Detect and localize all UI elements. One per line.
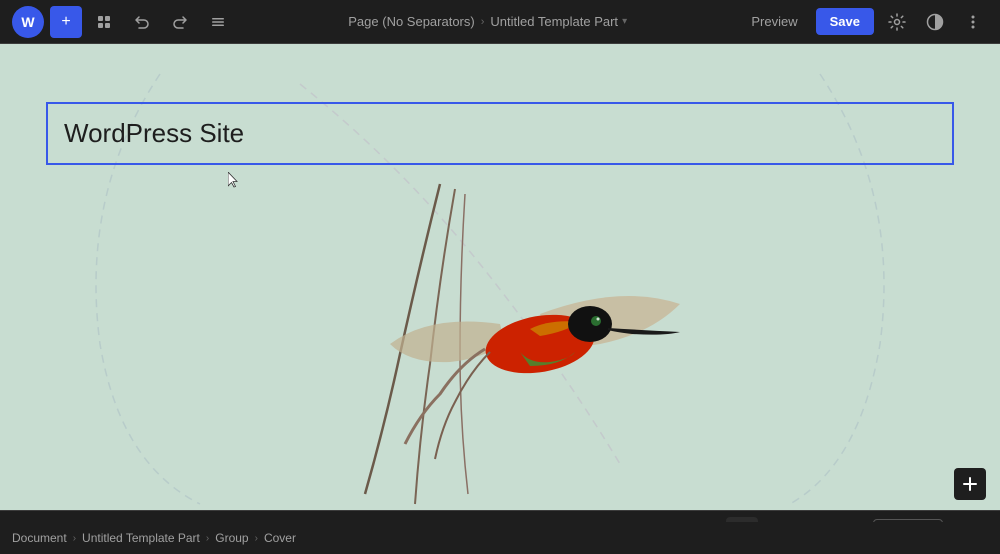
- chevron-down-icon: ▾: [622, 16, 627, 27]
- middle-section: WordPress Site: [0, 44, 1000, 554]
- undo-button[interactable]: [126, 6, 158, 38]
- add-block-button[interactable]: +: [50, 6, 82, 38]
- contrast-button[interactable]: [920, 7, 950, 37]
- template-part-name: Untitled Template Part: [490, 14, 618, 29]
- save-button[interactable]: Save: [816, 8, 874, 35]
- app-wrapper: W +: [0, 0, 1000, 554]
- toolbar-right: Preview Save: [741, 7, 988, 37]
- breadcrumb-cover[interactable]: Cover: [264, 531, 296, 545]
- preview-button[interactable]: Preview: [741, 8, 807, 35]
- canvas-insert-button[interactable]: [954, 468, 986, 500]
- more-options-button[interactable]: [958, 7, 988, 37]
- breadcrumb-sep-1: ›: [481, 16, 485, 28]
- canvas-area[interactable]: WordPress Site: [0, 44, 1000, 510]
- wp-logo[interactable]: W: [12, 6, 44, 38]
- breadcrumb-template-part[interactable]: Untitled Template Part: [82, 531, 200, 545]
- breadcrumb-bar: Document › Untitled Template Part › Grou…: [0, 522, 1000, 554]
- redo-button[interactable]: [164, 6, 196, 38]
- site-title-text: WordPress Site: [64, 118, 244, 148]
- toolbar-left: W +: [12, 6, 234, 38]
- top-toolbar: W +: [0, 0, 1000, 44]
- breadcrumb-arrow-2: ›: [206, 533, 209, 544]
- toolbar-center: Page (No Separators) › Untitled Template…: [348, 14, 627, 29]
- breadcrumb-arrow-1: ›: [73, 533, 76, 544]
- breadcrumb-arrow-3: ›: [255, 533, 258, 544]
- hummingbird-illustration: [220, 104, 720, 510]
- breadcrumb-page: Page (No Separators): [348, 14, 474, 29]
- breadcrumb-group[interactable]: Group: [215, 531, 248, 545]
- settings-button[interactable]: [882, 7, 912, 37]
- template-part-link[interactable]: Untitled Template Part ▾: [490, 14, 627, 29]
- list-view-button[interactable]: [202, 6, 234, 38]
- tools-button[interactable]: [88, 6, 120, 38]
- breadcrumb-document[interactable]: Document: [12, 531, 67, 545]
